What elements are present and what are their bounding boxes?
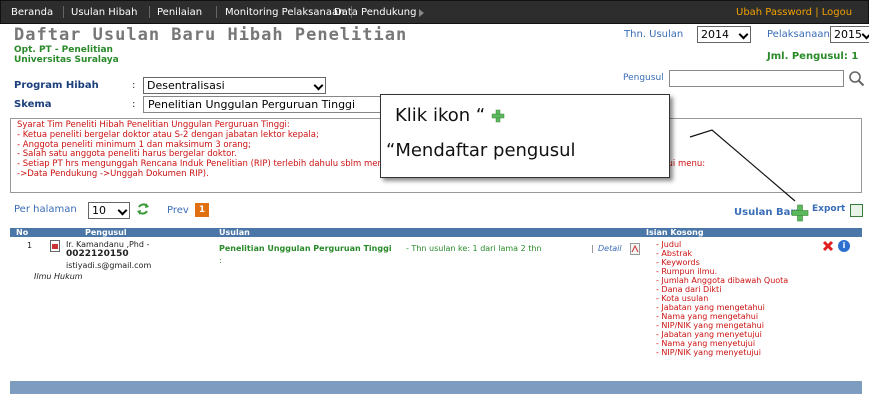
isian-item: - Nama yang mengetahui	[656, 312, 759, 321]
program-hibah-label: Program Hibah	[14, 80, 99, 91]
per-halaman-label: Per halaman	[14, 204, 77, 215]
thn-usulan-select[interactable]: 2014	[697, 26, 751, 43]
col-isian-kosong: Isian Kosong	[646, 228, 704, 237]
nav-ubah-password-logout[interactable]: Ubah Password | Logou	[736, 7, 852, 18]
pengusul-input[interactable]	[669, 70, 844, 87]
usulan-title[interactable]: Penelitian Unggulan Perguruan Tinggi	[219, 244, 392, 253]
program-hibah-select[interactable]: Desentralisasi	[143, 77, 326, 94]
isian-item: - Abstrak	[656, 249, 693, 258]
pelaksanaan-label: Pelaksanaan	[767, 29, 830, 40]
chevron-down-icon	[117, 205, 128, 216]
page-number[interactable]: 1	[195, 203, 209, 217]
per-halaman-value: 10	[92, 204, 106, 217]
nav-separator	[216, 6, 217, 18]
nav-penilaian[interactable]: Penilaian	[157, 7, 202, 18]
search-icon[interactable]	[848, 70, 865, 87]
skema-value: Penelitian Unggulan Perguruan Tinggi	[148, 98, 356, 111]
delete-icon[interactable]	[822, 240, 834, 252]
colon: :	[132, 80, 136, 91]
pengusul-name: Ir. Kamandanu ,Phd -	[66, 240, 150, 249]
colon: :	[132, 99, 136, 110]
detail-separator: |	[591, 244, 594, 253]
nav-separator	[149, 6, 150, 18]
pelaksanaan-select[interactable]: 2015	[830, 26, 869, 43]
plus-icon[interactable]	[791, 204, 809, 222]
pelaksanaan-value: 2015	[834, 28, 862, 41]
program-hibah-value: Desentralisasi	[147, 79, 225, 92]
info-icon[interactable]: i	[838, 240, 850, 252]
isian-item: - Jabatan yang mengetahui	[656, 303, 765, 312]
pengusul-bidang: Ilmu Hukum	[34, 272, 83, 281]
callout-line-1: Klik ikon “	[395, 105, 505, 126]
table-footer	[10, 381, 862, 394]
isian-kosong-list: - Judul - Abstrak - Keywords - Rumpun il…	[656, 240, 788, 357]
chevron-down-icon	[738, 29, 749, 40]
isian-item: - Judul	[656, 240, 682, 249]
excel-icon[interactable]	[850, 204, 863, 217]
nav-data-pendukung[interactable]: Data Pendukung	[334, 7, 416, 18]
chevron-down-icon	[313, 80, 324, 91]
usulan-meta: - Thn usulan ke: 1 dari lama 2 thn	[406, 244, 542, 253]
prev-link[interactable]: Prev	[167, 205, 189, 216]
col-usulan: Usulan	[219, 228, 250, 237]
per-halaman-select[interactable]: 10	[88, 202, 130, 219]
detail-link[interactable]: Detail	[598, 244, 622, 253]
org-info: Opt. PT - Penelitian Universitas Suralay…	[14, 45, 119, 65]
instruction-callout: Klik ikon “ “Mendaftar pengusul	[380, 94, 670, 178]
nav-beranda[interactable]: Beranda	[11, 7, 53, 18]
isian-item: - Kota usulan	[656, 294, 709, 303]
pengusul-email: istiyadi.s@gmail.com	[66, 261, 152, 270]
pengusul-nidn: 0022120150	[66, 249, 129, 259]
thn-usulan-value: 2014	[701, 28, 729, 41]
isian-item: - Jabatan yang menyetujui	[656, 330, 762, 339]
top-nav-bar: Beranda Usulan Hibah Penilaian Monitorin…	[0, 0, 869, 24]
nav-monitoring-pelaksanaan[interactable]: Monitoring Pelaksanaan	[225, 7, 344, 18]
isian-item: - Dana dari Dikti	[656, 285, 722, 294]
callout-text-2: “Mendaftar pengusul	[386, 140, 576, 161]
col-pengusul: Pengusul	[85, 228, 127, 237]
isian-item: - NIP/NIK yang menyetujui	[656, 348, 761, 357]
usulan-colon: :	[219, 256, 222, 265]
isian-item: - NIP/NIK yang mengetahui	[656, 321, 764, 330]
callout-text-1: Klik ikon “	[395, 105, 486, 126]
plus-icon	[491, 109, 505, 123]
isian-item: - Nama yang menyetujui	[656, 339, 756, 348]
col-no: No	[16, 228, 29, 237]
pengusul-label: Pengusul	[623, 73, 664, 83]
table-header: No Pengusul Usulan Isian Kosong	[10, 228, 862, 237]
nav-usulan-hibah[interactable]: Usulan Hibah	[71, 7, 137, 18]
pdf-icon[interactable]	[630, 243, 640, 255]
pdf-icon[interactable]	[50, 240, 60, 252]
isian-item: - Keywords	[656, 258, 700, 267]
isian-item: - Rumpun ilmu.	[656, 267, 718, 276]
org-line-1: Opt. PT - Penelitian	[14, 45, 113, 55]
page-title: Daftar Usulan Baru Hibah Penelitian	[14, 25, 408, 45]
skema-label: Skema	[14, 99, 52, 110]
skema-select[interactable]: Penelitian Unggulan Perguruan Tinggi	[143, 96, 383, 113]
isian-item: - Jumlah Anggota dibawah Quota	[656, 276, 789, 285]
org-line-2: Universitas Suralaya	[14, 55, 119, 65]
refresh-icon[interactable]	[136, 202, 150, 216]
thn-usulan-label: Thn. Usulan	[624, 29, 684, 40]
jumlah-pengusul: Jml. Pengusul: 1	[767, 51, 859, 62]
row-no: 1	[27, 241, 33, 250]
nav-separator	[63, 6, 64, 18]
chevron-down-icon	[861, 29, 869, 40]
nav-arrow-icon	[419, 9, 424, 17]
export-link[interactable]: Export	[812, 204, 845, 214]
